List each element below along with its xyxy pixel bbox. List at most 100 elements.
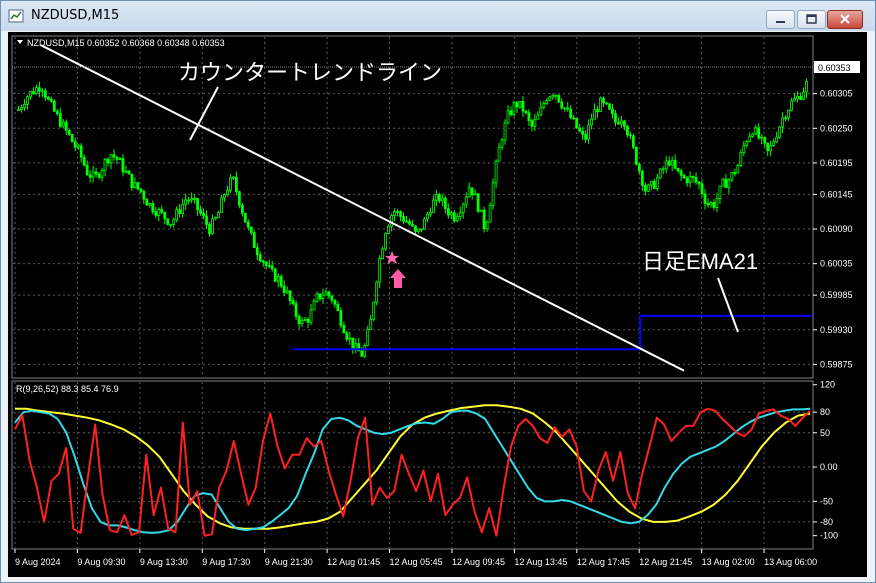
candle-body [303, 318, 307, 321]
candle-body [202, 212, 205, 217]
candle-body [20, 106, 23, 110]
candle-body [106, 159, 110, 164]
candle-body [172, 219, 176, 225]
candle-body [112, 154, 116, 158]
candle-body [551, 94, 555, 98]
candle-body [745, 141, 749, 146]
candle-body [226, 189, 229, 195]
maximize-button[interactable] [797, 10, 826, 29]
indicator-label: 80 [820, 407, 830, 417]
candle-body [82, 156, 86, 166]
candle-body [694, 177, 698, 183]
candle-body [640, 170, 644, 186]
candle-body [646, 184, 650, 192]
candle-body [772, 141, 776, 146]
candle-body [488, 204, 492, 223]
candle-body [512, 102, 516, 116]
candle-body [49, 98, 53, 102]
time-label: 9 Aug 17:30 [202, 557, 250, 567]
candle-body [196, 198, 199, 211]
candle-body [802, 91, 805, 100]
candle-body [637, 163, 641, 172]
indicator-label: -50 [820, 496, 833, 506]
candle-body [584, 133, 588, 140]
candle-body [26, 96, 29, 105]
candle-body [787, 109, 790, 119]
candle-body [232, 176, 235, 179]
candle-body [781, 117, 785, 128]
candle-body [667, 160, 671, 166]
candle-body [79, 145, 83, 158]
candle-body [354, 343, 358, 350]
chart-menu-icon[interactable] [17, 40, 23, 44]
minimize-button[interactable] [766, 10, 795, 29]
candle-body [506, 110, 510, 124]
candle-body [76, 145, 80, 148]
candle-body [423, 218, 426, 230]
candle-body [533, 118, 537, 127]
candle-body [291, 300, 295, 305]
candle-body [509, 110, 513, 116]
main-grid [13, 37, 812, 377]
candle-body [163, 211, 167, 220]
candle-body [166, 218, 170, 225]
candle-body [29, 91, 32, 98]
candle-body [133, 182, 137, 188]
candle-body [652, 181, 656, 189]
candle-body [688, 175, 692, 184]
candle-body [733, 172, 737, 175]
candle-body [318, 293, 322, 300]
candle-body [602, 97, 605, 104]
candle-body [223, 194, 226, 199]
candle-body [393, 211, 396, 216]
price-label: 0.60195 [820, 158, 853, 168]
candle-body [217, 212, 220, 218]
candle-body [103, 159, 107, 171]
candle-body [139, 188, 143, 192]
candle-body [721, 178, 725, 187]
candle-body [405, 220, 408, 223]
candle-body [396, 211, 399, 214]
indicator-pane-border [11, 380, 814, 550]
trendline-annotation: カウンタートレンドライン [178, 60, 442, 85]
candle-body [190, 197, 194, 201]
candle-body [336, 303, 340, 311]
close-button[interactable] [827, 10, 863, 29]
candle-body [40, 90, 44, 93]
candle-body [234, 176, 238, 193]
price-label: 0.60250 [820, 123, 853, 133]
ema-callout-line [717, 277, 739, 333]
candle-body [757, 127, 761, 139]
candle-body [243, 212, 247, 223]
title-bar[interactable]: NZDUSD,M15 [1, 1, 875, 31]
chart-area[interactable]: カウンタートレンドライン 日足EMA21 NZDUSD,M15 0.60352 … [8, 32, 867, 577]
candle-body [237, 191, 241, 206]
candle-body [605, 102, 608, 105]
candle-body [446, 208, 450, 216]
candle-body [742, 144, 746, 153]
candle-body [736, 165, 740, 174]
candle-body [184, 199, 188, 205]
candle-body [342, 325, 346, 334]
time-label: 12 Aug 01:45 [327, 557, 380, 567]
candle-body [566, 107, 570, 110]
candle-body [384, 233, 388, 250]
candle-body [154, 211, 158, 216]
candle-body [524, 110, 528, 114]
candle-body [572, 117, 576, 120]
candle-body [623, 120, 626, 127]
candle-body [670, 160, 674, 166]
candle-body [500, 139, 504, 148]
candle-body [560, 101, 564, 109]
candle-body [208, 223, 211, 235]
candle-body [160, 209, 164, 213]
candle-body [55, 110, 59, 114]
chart-canvas[interactable]: カウンタートレンドライン 日足EMA21 NZDUSD,M15 0.60352 … [8, 32, 867, 577]
restore-icon [806, 14, 817, 24]
candle-body [145, 198, 149, 206]
window-title: NZDUSD,M15 [31, 8, 120, 23]
candle-body [443, 197, 447, 209]
candle-body [23, 103, 26, 108]
candle-body [387, 225, 391, 234]
candle-body [300, 319, 304, 325]
